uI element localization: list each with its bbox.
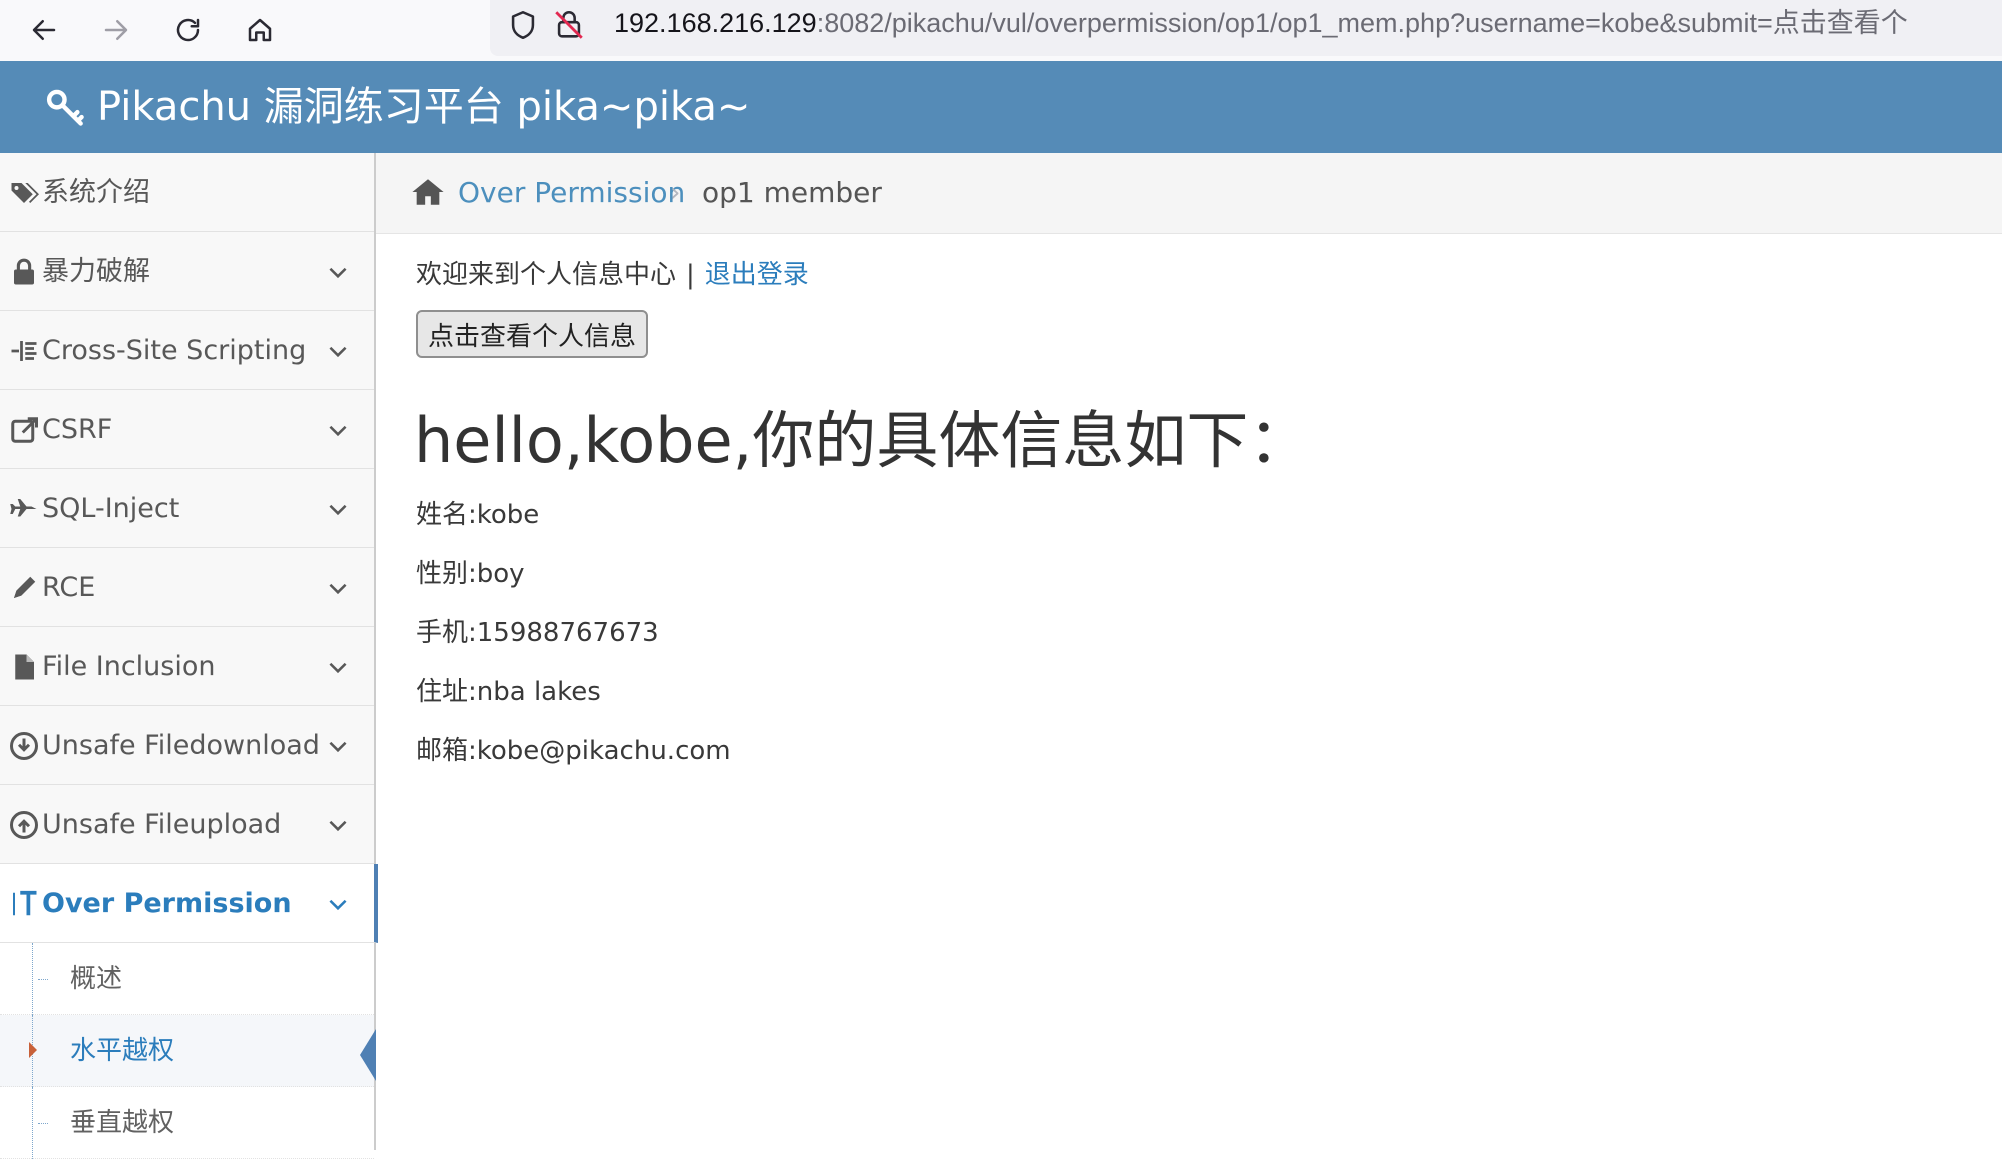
- sidebar-item-unsafe-filedownload[interactable]: Unsafe Filedownload: [0, 706, 374, 785]
- sidebar-subitem-label: 概述: [70, 964, 123, 994]
- sidebar-item-label: File Inclusion: [42, 651, 216, 682]
- greeting-heading: hello,kobe,你的具体信息如下：: [414, 404, 1311, 477]
- pencil-icon: [14, 576, 36, 598]
- browser-toolbar: 192.168.216.129:8082/pikachu/vul/overper…: [0, 0, 2002, 62]
- sidebar-subitem-label: 水平越权: [70, 1036, 175, 1066]
- sidebar-subitem-label: 垂直越权: [70, 1108, 175, 1138]
- breadcrumb-separator: ›: [670, 178, 681, 208]
- sidebar-subitem-horizontal[interactable]: 水平越权: [0, 1015, 376, 1087]
- chevron-down-icon: [329, 346, 347, 358]
- breadcrumb-current: op1 member: [702, 176, 882, 209]
- back-button[interactable]: [20, 6, 68, 54]
- plane-icon: [10, 499, 37, 517]
- info-gender: 性别:boy: [416, 559, 525, 589]
- sidebar-item-intro[interactable]: 系统介绍: [0, 153, 374, 232]
- info-name: 姓名:kobe: [416, 500, 540, 530]
- active-pointer-icon: [360, 1029, 376, 1081]
- sidebar-item-label: SQL-Inject: [42, 493, 180, 524]
- arrow-left-icon: [32, 20, 56, 40]
- tree-dash: [38, 979, 48, 980]
- view-info-button[interactable]: 点击查看个人信息: [416, 310, 648, 358]
- sidebar-item-label: RCE: [42, 572, 96, 603]
- chevron-down-icon: [329, 267, 347, 279]
- logout-link[interactable]: 退出登录: [705, 260, 809, 290]
- share-icon: [11, 417, 38, 443]
- sidebar-item-brute-force[interactable]: 暴力破解: [0, 232, 374, 311]
- download-icon: [10, 732, 38, 760]
- main-content: 欢迎来到个人信息中心 | 退出登录 点击查看个人信息 hello,kobe,你的具体…: [376, 234, 2002, 1150]
- sidebar-item-sql-inject[interactable]: SQL-Inject: [0, 469, 374, 548]
- sidebar-item-label: Cross-Site Scripting: [42, 335, 307, 366]
- sidebar-item-unsafe-fileupload[interactable]: Unsafe Fileupload: [0, 785, 374, 864]
- upload-icon: [10, 811, 38, 839]
- welcome-text: 欢迎来到个人信息中心: [416, 260, 677, 290]
- reload-button[interactable]: [164, 6, 212, 54]
- sidebar-subitem-overview[interactable]: 概述: [0, 943, 374, 1015]
- breadcrumb: Over Permission › op1 member: [376, 153, 2002, 234]
- tree-line: [32, 1087, 34, 1159]
- file-icon: [15, 654, 34, 680]
- key-icon: [46, 89, 84, 126]
- app-title[interactable]: Pikachu 漏洞练习平台 pika~pika~: [97, 61, 750, 153]
- text-cursor-icon: [13, 890, 37, 916]
- url-text[interactable]: 192.168.216.129:8082/pikachu/vul/overper…: [614, 2, 2000, 44]
- reload-icon: [176, 18, 200, 42]
- forward-button[interactable]: [92, 6, 140, 54]
- insecure-lock-icon[interactable]: [552, 8, 586, 42]
- sidebar-item-xss[interactable]: Cross-Site Scripting: [0, 311, 374, 390]
- home-button[interactable]: [236, 6, 284, 54]
- chevron-down-icon: [329, 583, 347, 595]
- sidebar-item-label: Over Permission: [42, 888, 292, 919]
- welcome-line: 欢迎来到个人信息中心 | 退出登录: [416, 254, 809, 291]
- info-email: 邮箱:kobe@pikachu.com: [416, 736, 731, 766]
- tree-line: [32, 943, 34, 1015]
- welcome-separator: |: [686, 260, 695, 290]
- sidebar-item-label: Unsafe Filedownload: [42, 730, 320, 761]
- caret-right-icon: [29, 1042, 37, 1058]
- tree-dash: [38, 1123, 48, 1124]
- sidebar-item-rce[interactable]: RCE: [0, 548, 374, 627]
- home-outline-icon: [248, 18, 272, 42]
- chevron-down-icon: [329, 425, 347, 437]
- info-address: 住址:nba lakes: [416, 677, 601, 707]
- home-icon[interactable]: [410, 175, 446, 209]
- chevron-down-icon: [329, 820, 347, 832]
- sidebar-item-label: 系统介绍: [42, 177, 150, 208]
- arrow-right-icon: [104, 20, 128, 40]
- list-icon: [11, 341, 37, 361]
- app-header: Pikachu 漏洞练习平台 pika~pika~: [0, 61, 2002, 153]
- sidebar-subitem-vertical[interactable]: 垂直越权: [0, 1087, 374, 1159]
- chevron-down-icon: [329, 899, 347, 911]
- chevron-down-icon: [329, 741, 347, 753]
- info-phone: 手机:15988767673: [416, 618, 659, 648]
- breadcrumb-link[interactable]: Over Permission: [458, 153, 685, 233]
- sidebar: 系统介绍 暴力破解 Cross-Site Scripting CSRF SQL-…: [0, 153, 378, 1159]
- chevron-down-icon: [329, 504, 347, 516]
- sidebar-item-label: CSRF: [42, 414, 113, 445]
- sidebar-item-csrf[interactable]: CSRF: [0, 390, 374, 469]
- address-bar[interactable]: 192.168.216.129:8082/pikachu/vul/overper…: [490, 0, 2002, 56]
- sidebar-item-label: 暴力破解: [42, 256, 150, 287]
- sidebar-item-over-permission[interactable]: Over Permission: [0, 864, 378, 943]
- shield-icon[interactable]: [506, 8, 540, 42]
- chevron-down-icon: [329, 662, 347, 674]
- sidebar-item-label: Unsafe Fileupload: [42, 809, 282, 840]
- lock-icon: [14, 258, 34, 285]
- tags-icon: [11, 183, 39, 203]
- sidebar-item-file-inclusion[interactable]: File Inclusion: [0, 627, 374, 706]
